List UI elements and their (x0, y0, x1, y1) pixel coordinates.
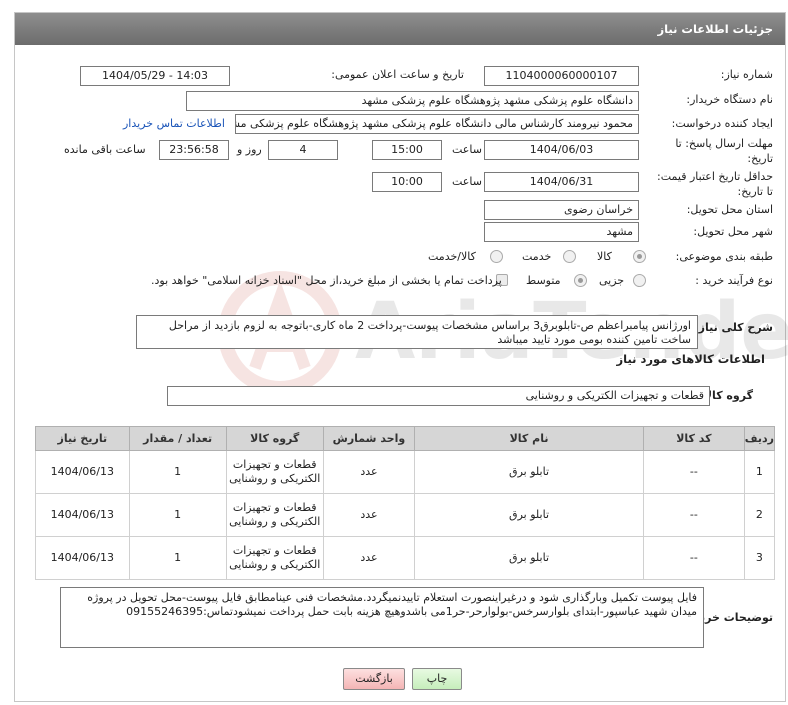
validity-label-line1: حداقل تاریخ اعتبار قیمت: (657, 170, 773, 183)
category-option-service: خدمت (522, 250, 552, 263)
print-button[interactable]: چاپ (412, 668, 462, 690)
row-unit: عدد (322, 450, 416, 494)
goods-table: ردیف کد کالا نام کالا واحد شمارش گروه کا… (35, 426, 776, 580)
table-row[interactable]: 1 -- تابلو برق عدد قطعات و تجهیزات الکتر… (35, 450, 776, 494)
row-group: قطعات و تجهیزات الکتریکی و روشنایی (225, 536, 324, 580)
category-radio-both[interactable] (490, 250, 503, 263)
details-window: جزئیات اطلاعات نیاز AriaTender شماره نیا… (14, 12, 788, 702)
category-label: طبقه بندی موضوعی: (675, 250, 773, 263)
col-qty-header: تعداد / مقدار (128, 426, 227, 451)
deadline-date-field[interactable]: 1404/06/03 (484, 140, 639, 160)
city-label: شهر محل تحویل: (693, 225, 773, 238)
process-option-medium: متوسط (526, 274, 561, 287)
deadline-label-line1: مهلت ارسال پاسخ: تا (675, 137, 773, 150)
process-label: نوع فرآیند خرید : (695, 274, 773, 287)
creator-label: ایجاد کننده درخواست: (671, 117, 773, 130)
days-label: روز و (237, 143, 262, 156)
need-number-label: شماره نیاز: (720, 68, 773, 81)
row-index: 2 (743, 493, 776, 537)
validity-label-line2: تا تاریخ: (737, 185, 773, 198)
announce-datetime-field[interactable]: 1404/05/29 - 14:03 (80, 66, 230, 86)
row-date: 1404/06/13 (35, 450, 130, 494)
col-date-header: تاریخ نیاز (35, 426, 130, 451)
row-group: قطعات و تجهیزات الکتریکی و روشنایی (225, 493, 324, 537)
remaining-days-field[interactable]: 4 (268, 140, 338, 160)
row-qty: 1 (128, 493, 227, 537)
description-textarea[interactable]: اورژانس پیامبراعظم ص-تابلوبرق3 براساس مش… (136, 315, 698, 349)
validity-date-field[interactable]: 1404/06/31 (484, 172, 639, 192)
deadline-time-field[interactable]: 15:00 (372, 140, 442, 160)
description-label: شرح کلی نیاز: (694, 321, 773, 334)
creator-field[interactable]: محمود نیرومند کارشناس مالی دانشگاه علوم … (235, 114, 639, 134)
deadline-time-label: ساعت (452, 143, 482, 156)
remaining-time-field[interactable]: 23:56:58 (159, 140, 229, 160)
row-date: 1404/06/13 (35, 536, 130, 580)
deadline-label-line2: تاریخ: (747, 152, 773, 165)
col-index-header: ردیف (743, 426, 776, 451)
window-title-bar: جزئیات اطلاعات نیاز (15, 13, 785, 45)
row-date: 1404/06/13 (35, 493, 130, 537)
province-field[interactable]: خراسان رضوی (484, 200, 639, 220)
row-group: قطعات و تجهیزات الکتریکی و روشنایی (225, 450, 324, 494)
process-option-minor: جزیی (599, 274, 625, 287)
category-radio-service[interactable] (563, 250, 576, 263)
remaining-label: ساعت باقی مانده (64, 143, 146, 156)
row-qty: 1 (128, 450, 227, 494)
process-radio-minor[interactable] (633, 274, 646, 287)
row-qty: 1 (128, 536, 227, 580)
col-unit-header: واحد شمارش (322, 426, 416, 451)
process-radio-medium[interactable] (574, 274, 587, 287)
validity-time-label: ساعت (452, 175, 482, 188)
row-name: تابلو برق (414, 493, 644, 537)
back-button[interactable]: بازگشت (343, 668, 405, 690)
payment-note: پرداخت تمام یا بخشی از مبلغ خرید،از محل … (151, 274, 502, 287)
row-unit: عدد (322, 536, 416, 580)
col-name-header: نام کالا (414, 426, 644, 451)
goods-group-field[interactable]: قطعات و تجهیزات الکتریکی و روشنایی (167, 386, 710, 406)
buyer-contact-link[interactable]: اطلاعات تماس خریدار (123, 117, 225, 130)
need-number-field[interactable]: 1104000060000107 (484, 66, 639, 86)
table-row[interactable]: 3 -- تابلو برق عدد قطعات و تجهیزات الکتر… (35, 536, 776, 580)
buyer-field[interactable]: دانشگاه علوم پزشکی مشهد پژوهشگاه علوم پز… (186, 91, 639, 111)
goods-section-title: اطلاعات کالاهای مورد نیاز (616, 352, 765, 366)
announce-label: تاریخ و ساعت اعلان عمومی: (331, 68, 464, 81)
category-option-both: کالا/خدمت (428, 250, 476, 263)
row-unit: عدد (322, 493, 416, 537)
table-row[interactable]: 2 -- تابلو برق عدد قطعات و تجهیزات الکتر… (35, 493, 776, 537)
row-code: -- (642, 450, 745, 494)
row-name: تابلو برق (414, 450, 644, 494)
category-radio-goods[interactable] (633, 250, 646, 263)
row-code: -- (642, 536, 745, 580)
col-group-header: گروه کالا (225, 426, 324, 451)
category-option-goods: کالا (597, 250, 612, 263)
col-code-header: کد کالا (642, 426, 745, 451)
row-index: 3 (743, 536, 776, 580)
buyer-notes-textarea[interactable]: فایل پیوست تکمیل وبارگذاری شود و درغیرای… (60, 587, 704, 648)
city-field[interactable]: مشهد (484, 222, 639, 242)
row-code: -- (642, 493, 745, 537)
buyer-label: نام دستگاه خریدار: (686, 93, 773, 106)
province-label: استان محل تحویل: (686, 203, 773, 216)
row-name: تابلو برق (414, 536, 644, 580)
row-index: 1 (743, 450, 776, 494)
table-header-row: ردیف کد کالا نام کالا واحد شمارش گروه کا… (35, 426, 776, 451)
validity-time-field[interactable]: 10:00 (372, 172, 442, 192)
window-title: جزئیات اطلاعات نیاز (657, 22, 773, 36)
